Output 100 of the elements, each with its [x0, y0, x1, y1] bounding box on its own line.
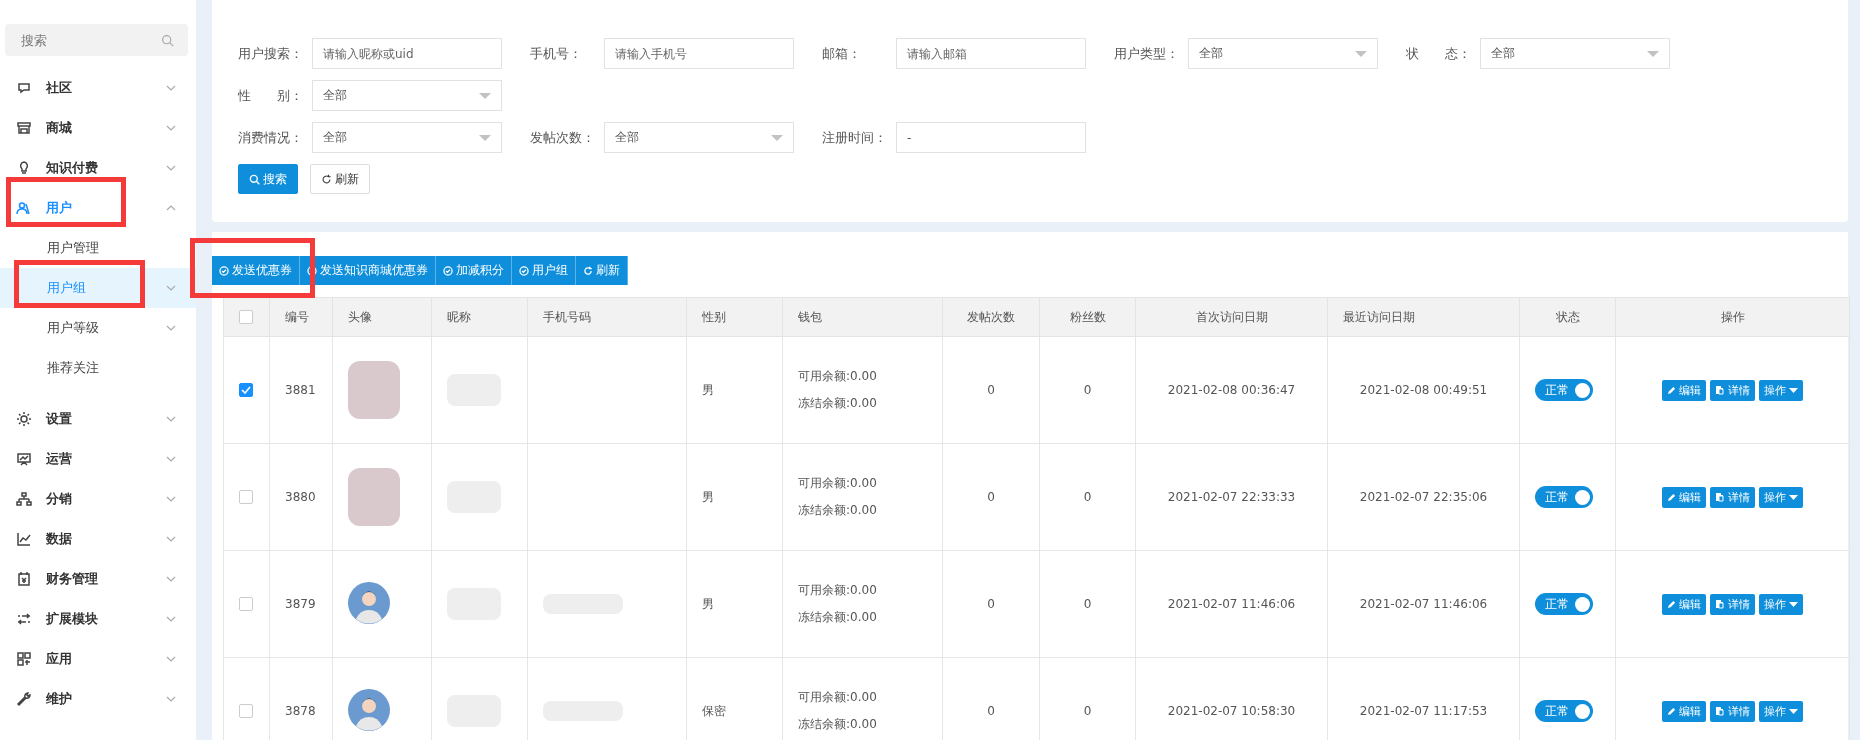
- menu-icon: [16, 611, 32, 627]
- table-cell: 0: [1039, 443, 1136, 551]
- action-button[interactable]: 详情: [1710, 486, 1755, 508]
- dropdown-icon: [1355, 50, 1367, 57]
- column-header: 状态: [1519, 297, 1616, 337]
- status-toggle[interactable]: 正常: [1535, 486, 1593, 508]
- action-button[interactable]: 操作: [1759, 700, 1803, 722]
- select-field[interactable]: 全部: [312, 122, 502, 153]
- table-cell: 2021-02-08 00:36:47: [1135, 336, 1328, 444]
- checkbox[interactable]: [239, 597, 253, 612]
- table-cell: 2021-02-07 11:46:06: [1327, 550, 1520, 658]
- menu-item[interactable]: 分销: [0, 479, 196, 519]
- menu-item[interactable]: 维护: [0, 679, 196, 719]
- menu-icon: [16, 80, 32, 96]
- menu-item[interactable]: 设置: [0, 399, 196, 439]
- column-header: 钱包: [782, 297, 943, 337]
- search-field[interactable]: 搜索: [5, 24, 188, 56]
- status-toggle[interactable]: 正常: [1535, 700, 1593, 722]
- action-button[interactable]: 操作: [1759, 379, 1803, 401]
- checkbox[interactable]: [239, 383, 253, 398]
- action-button[interactable]: 详情: [1710, 700, 1755, 722]
- checkbox[interactable]: [239, 704, 253, 719]
- document-icon: [1715, 492, 1725, 502]
- table-cell: 3881: [269, 336, 333, 444]
- status-toggle[interactable]: 正常: [1535, 379, 1593, 401]
- field-label: 用户类型：: [1114, 44, 1180, 63]
- field-label: 状 态：: [1406, 44, 1472, 63]
- status-toggle[interactable]: 正常: [1535, 593, 1593, 615]
- photo-placeholder: [348, 361, 400, 419]
- caret-icon: [1789, 708, 1798, 714]
- checkbox[interactable]: [239, 490, 253, 505]
- balance-text: 可用余额:0.00: [798, 475, 878, 492]
- pencil-icon: [1667, 599, 1676, 609]
- submenu-item[interactable]: 推荐关注: [0, 348, 196, 388]
- column-header: 头像: [332, 297, 432, 337]
- action-button[interactable]: 编辑: [1662, 700, 1706, 722]
- chevron-icon: [166, 285, 176, 291]
- check-circle-icon: [219, 265, 229, 276]
- table-cell: 3880: [269, 443, 333, 551]
- column-header: 性别: [686, 297, 783, 337]
- menu-icon: [16, 451, 32, 467]
- toolbar-button[interactable]: 刷新: [576, 256, 628, 285]
- menu-item[interactable]: 财务管理: [0, 559, 196, 599]
- action-button[interactable]: 编辑: [1662, 379, 1706, 401]
- field-label: 手机号：: [530, 44, 583, 63]
- search-input[interactable]: 搜索: [19, 31, 161, 49]
- action-button[interactable]: 操作: [1759, 486, 1803, 508]
- field-label: 注册时间：: [822, 128, 888, 147]
- menu-item[interactable]: 社区: [0, 68, 196, 108]
- column-header: 最近访问日期: [1327, 297, 1520, 337]
- select-field[interactable]: 全部: [604, 122, 794, 153]
- select-field[interactable]: 全部: [1480, 38, 1670, 69]
- menu-item[interactable]: 扩展模块: [0, 599, 196, 639]
- menu-item[interactable]: 运营: [0, 439, 196, 479]
- menu-item[interactable]: 用户: [0, 188, 196, 228]
- menu-item[interactable]: 应用: [0, 639, 196, 679]
- form-button[interactable]: 搜索: [238, 164, 298, 194]
- menu-icon: [16, 200, 32, 216]
- menu-item[interactable]: 数据: [0, 519, 196, 559]
- checkbox[interactable]: [239, 310, 253, 325]
- action-button[interactable]: 编辑: [1662, 486, 1706, 508]
- action-button[interactable]: 详情: [1710, 593, 1755, 615]
- submenu-item[interactable]: 用户等级: [0, 308, 196, 348]
- table-cell: 2021-02-08 00:49:51: [1327, 336, 1520, 444]
- field-label: 消费情况：: [238, 128, 304, 147]
- column-header: 发帖次数: [942, 297, 1040, 337]
- select-field[interactable]: 全部: [1188, 38, 1378, 69]
- field-label: 性 别：: [238, 86, 304, 105]
- toolbar-button[interactable]: 发送优惠券: [212, 256, 300, 285]
- table-cell: 2021-02-07 22:35:06: [1327, 443, 1520, 551]
- menu-item[interactable]: 商城: [0, 108, 196, 148]
- balance-text: 冻结余额:0.00: [798, 395, 878, 412]
- input-field[interactable]: -: [896, 122, 1086, 153]
- chevron-icon: [166, 325, 176, 331]
- menu-item[interactable]: 知识付费: [0, 148, 196, 188]
- menu-icon: [16, 571, 32, 587]
- column-header: 粉丝数: [1039, 297, 1136, 337]
- document-icon: [1715, 385, 1725, 395]
- input-field[interactable]: 请输入昵称或uid: [312, 38, 502, 69]
- action-button[interactable]: 详情: [1710, 379, 1755, 401]
- toolbar-button[interactable]: 用户组: [512, 256, 576, 285]
- table-cell: 0: [942, 443, 1040, 551]
- action-button[interactable]: 操作: [1759, 593, 1803, 615]
- action-button[interactable]: 编辑: [1662, 593, 1706, 615]
- dropdown-icon: [479, 92, 491, 99]
- column-header: 手机号码: [527, 297, 687, 337]
- menu-icon: [16, 411, 32, 427]
- pencil-icon: [1667, 385, 1676, 395]
- dropdown-icon: [771, 134, 783, 141]
- column-header: 编号: [269, 297, 333, 337]
- search-icon: [249, 173, 260, 185]
- submenu-item[interactable]: 用户管理: [0, 228, 196, 268]
- form-button[interactable]: 刷新: [310, 164, 370, 194]
- refresh-icon: [583, 265, 593, 276]
- toolbar-button[interactable]: 发送知识商城优惠券: [300, 256, 436, 285]
- select-field[interactable]: 全部: [312, 80, 502, 111]
- toolbar-button[interactable]: 加减积分: [436, 256, 512, 285]
- input-field[interactable]: 请输入手机号: [604, 38, 794, 69]
- input-field[interactable]: 请输入邮箱: [896, 38, 1086, 69]
- avatar-icon: [348, 581, 390, 624]
